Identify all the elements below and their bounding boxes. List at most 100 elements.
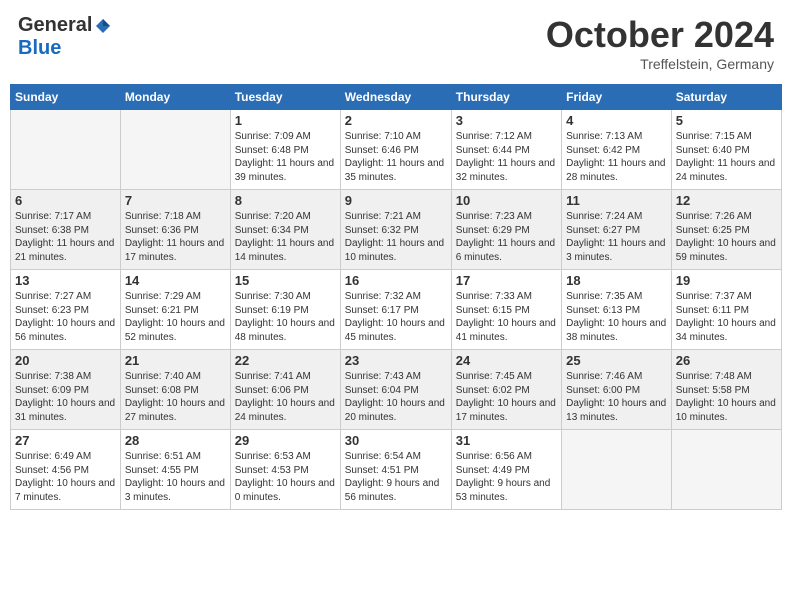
table-row: 7 Sunrise: 7:18 AM Sunset: 6:36 PM Daylig…: [120, 190, 230, 270]
day-number: 9: [345, 193, 447, 208]
day-info: Sunrise: 7:40 AM Sunset: 6:08 PM Dayligh…: [125, 370, 226, 424]
table-row: 23 Sunrise: 7:43 AM Sunset: 6:04 PM Dayli…: [340, 350, 451, 430]
table-row: 10 Sunrise: 7:23 AM Sunset: 6:29 PM Dayli…: [451, 190, 561, 270]
table-row: 14 Sunrise: 7:29 AM Sunset: 6:21 PM Dayli…: [120, 270, 230, 350]
day-info: Sunrise: 7:18 AM Sunset: 6:36 PM Dayligh…: [125, 210, 226, 264]
table-row: 2 Sunrise: 7:10 AM Sunset: 6:46 PM Daylig…: [340, 110, 451, 190]
table-row: 27Sunrise: 6:49 AM Sunset: 4:56 PM Dayli…: [11, 430, 121, 510]
day-number: 16: [345, 273, 447, 288]
table-row: 5 Sunrise: 7:15 AM Sunset: 6:40 PM Daylig…: [671, 110, 781, 190]
day-info: Sunrise: 7:26 AM Sunset: 6:25 PM Dayligh…: [676, 210, 777, 264]
day-info: Sunrise: 7:15 AM Sunset: 6:40 PM Dayligh…: [676, 130, 777, 184]
table-row: 26Sunrise: 7:48 AM Sunset: 5:58 PM Dayli…: [671, 350, 781, 430]
day-number: 19: [676, 273, 777, 288]
day-number: 8: [235, 193, 336, 208]
table-row: 12 Sunrise: 7:26 AM Sunset: 6:25 PM Dayli…: [671, 190, 781, 270]
day-info: Sunrise: 7:09 AM Sunset: 6:48 PM Dayligh…: [235, 130, 336, 184]
day-number: 29: [235, 433, 336, 448]
day-info: Sunrise: 6:54 AM Sunset: 4:51 PM Dayligh…: [345, 450, 447, 504]
calendar-week-row: 6Sunrise: 7:17 AM Sunset: 6:38 PM Daylig…: [11, 190, 782, 270]
logo: General Blue: [18, 14, 112, 60]
day-info: Sunrise: 7:35 AM Sunset: 6:13 PM Dayligh…: [566, 290, 667, 344]
day-number: 1: [235, 113, 336, 128]
calendar-week-row: 1 Sunrise: 7:09 AM Sunset: 6:48 PM Daylig…: [11, 110, 782, 190]
day-number: 6: [15, 193, 116, 208]
day-number: 18: [566, 273, 667, 288]
calendar-week-row: 27Sunrise: 6:49 AM Sunset: 4:56 PM Dayli…: [11, 430, 782, 510]
day-info: Sunrise: 7:21 AM Sunset: 6:32 PM Dayligh…: [345, 210, 447, 264]
day-number: 11: [566, 193, 667, 208]
header-monday: Monday: [120, 85, 230, 110]
header-saturday: Saturday: [671, 85, 781, 110]
header-thursday: Thursday: [451, 85, 561, 110]
table-row: 9 Sunrise: 7:21 AM Sunset: 6:32 PM Daylig…: [340, 190, 451, 270]
calendar-table: Sunday Monday Tuesday Wednesday Thursday…: [10, 84, 782, 510]
day-info: Sunrise: 7:46 AM Sunset: 6:00 PM Dayligh…: [566, 370, 667, 424]
day-info: Sunrise: 6:51 AM Sunset: 4:55 PM Dayligh…: [125, 450, 226, 504]
table-row: 11 Sunrise: 7:24 AM Sunset: 6:27 PM Dayli…: [562, 190, 672, 270]
day-info: Sunrise: 7:45 AM Sunset: 6:02 PM Dayligh…: [456, 370, 557, 424]
day-info: Sunrise: 7:10 AM Sunset: 6:46 PM Dayligh…: [345, 130, 447, 184]
table-row: 30 Sunrise: 6:54 AM Sunset: 4:51 PM Dayli…: [340, 430, 451, 510]
day-number: 30: [345, 433, 447, 448]
day-number: 12: [676, 193, 777, 208]
day-number: 24: [456, 353, 557, 368]
table-row: 6Sunrise: 7:17 AM Sunset: 6:38 PM Daylig…: [11, 190, 121, 270]
day-info: Sunrise: 7:23 AM Sunset: 6:29 PM Dayligh…: [456, 210, 557, 264]
table-row: 31 Sunrise: 6:56 AM Sunset: 4:49 PM Dayli…: [451, 430, 561, 510]
title-location: Treffelstein, Germany: [546, 56, 774, 72]
table-row: 18 Sunrise: 7:35 AM Sunset: 6:13 PM Dayli…: [562, 270, 672, 350]
day-number: 25: [566, 353, 667, 368]
day-info: Sunrise: 7:12 AM Sunset: 6:44 PM Dayligh…: [456, 130, 557, 184]
calendar-header-row: Sunday Monday Tuesday Wednesday Thursday…: [11, 85, 782, 110]
day-number: 15: [235, 273, 336, 288]
day-info: Sunrise: 7:24 AM Sunset: 6:27 PM Dayligh…: [566, 210, 667, 264]
day-number: 28: [125, 433, 226, 448]
day-number: 4: [566, 113, 667, 128]
header-sunday: Sunday: [11, 85, 121, 110]
table-row: [671, 430, 781, 510]
day-number: 17: [456, 273, 557, 288]
day-info: Sunrise: 7:20 AM Sunset: 6:34 PM Dayligh…: [235, 210, 336, 264]
header-tuesday: Tuesday: [230, 85, 340, 110]
day-number: 10: [456, 193, 557, 208]
day-info: Sunrise: 7:43 AM Sunset: 6:04 PM Dayligh…: [345, 370, 447, 424]
day-info: Sunrise: 7:48 AM Sunset: 5:58 PM Dayligh…: [676, 370, 777, 424]
table-row: [120, 110, 230, 190]
table-row: 1 Sunrise: 7:09 AM Sunset: 6:48 PM Daylig…: [230, 110, 340, 190]
day-number: 2: [345, 113, 447, 128]
day-info: Sunrise: 7:41 AM Sunset: 6:06 PM Dayligh…: [235, 370, 336, 424]
day-number: 21: [125, 353, 226, 368]
table-row: 13 Sunrise: 7:27 AM Sunset: 6:23 PM Dayli…: [11, 270, 121, 350]
header-wednesday: Wednesday: [340, 85, 451, 110]
header-friday: Friday: [562, 85, 672, 110]
logo-general: General: [18, 14, 92, 37]
day-number: 31: [456, 433, 557, 448]
table-row: [11, 110, 121, 190]
day-number: 23: [345, 353, 447, 368]
calendar-week-row: 20Sunrise: 7:38 AM Sunset: 6:09 PM Dayli…: [11, 350, 782, 430]
day-number: 13: [15, 273, 116, 288]
logo-blue: Blue: [18, 37, 61, 60]
table-row: 20Sunrise: 7:38 AM Sunset: 6:09 PM Dayli…: [11, 350, 121, 430]
day-number: 7: [125, 193, 226, 208]
table-row: 29 Sunrise: 6:53 AM Sunset: 4:53 PM Dayli…: [230, 430, 340, 510]
table-row: 22 Sunrise: 7:41 AM Sunset: 6:06 PM Dayli…: [230, 350, 340, 430]
day-info: Sunrise: 7:27 AM Sunset: 6:23 PM Dayligh…: [15, 290, 116, 344]
title-month: October 2024: [546, 14, 774, 56]
day-info: Sunrise: 7:29 AM Sunset: 6:21 PM Dayligh…: [125, 290, 226, 344]
day-number: 5: [676, 113, 777, 128]
day-info: Sunrise: 6:56 AM Sunset: 4:49 PM Dayligh…: [456, 450, 557, 504]
table-row: 16 Sunrise: 7:32 AM Sunset: 6:17 PM Dayli…: [340, 270, 451, 350]
day-info: Sunrise: 7:32 AM Sunset: 6:17 PM Dayligh…: [345, 290, 447, 344]
day-info: Sunrise: 6:53 AM Sunset: 4:53 PM Dayligh…: [235, 450, 336, 504]
day-number: 20: [15, 353, 116, 368]
table-row: 4Sunrise: 7:13 AM Sunset: 6:42 PM Daylig…: [562, 110, 672, 190]
table-row: 3Sunrise: 7:12 AM Sunset: 6:44 PM Daylig…: [451, 110, 561, 190]
table-row: 19Sunrise: 7:37 AM Sunset: 6:11 PM Dayli…: [671, 270, 781, 350]
day-info: Sunrise: 6:49 AM Sunset: 4:56 PM Dayligh…: [15, 450, 116, 504]
title-block: October 2024 Treffelstein, Germany: [546, 14, 774, 72]
day-number: 22: [235, 353, 336, 368]
day-info: Sunrise: 7:33 AM Sunset: 6:15 PM Dayligh…: [456, 290, 557, 344]
day-number: 14: [125, 273, 226, 288]
